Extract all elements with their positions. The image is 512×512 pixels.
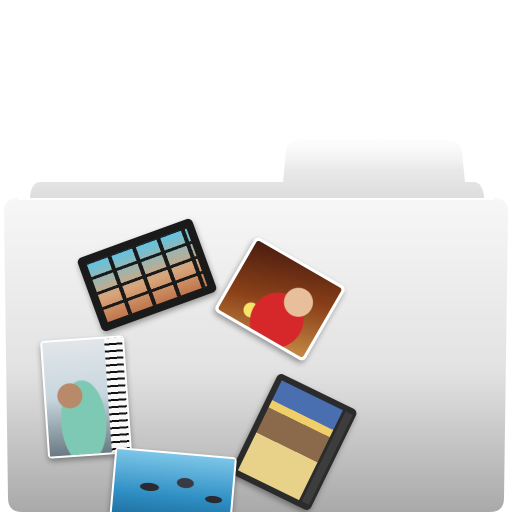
pool-photo-icon <box>111 448 235 512</box>
piano-photo-icon <box>42 337 130 457</box>
piano-photo-card <box>39 335 133 459</box>
folder-icon[interactable] <box>0 0 512 512</box>
pool-photo-card <box>109 446 237 512</box>
